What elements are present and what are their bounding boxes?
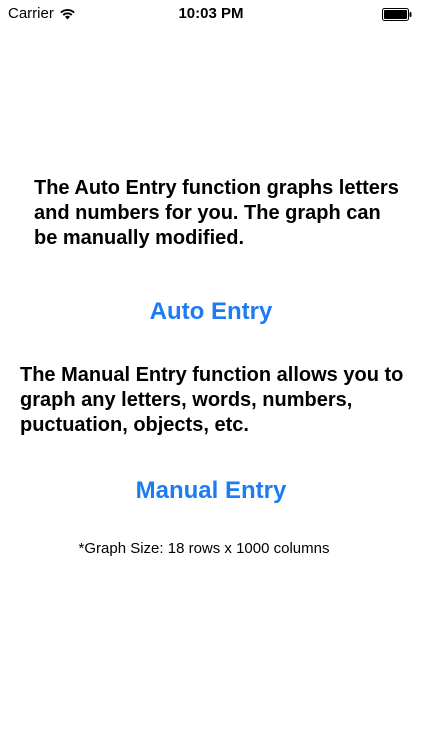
status-time: 10:03 PM bbox=[178, 5, 244, 22]
manual-entry-button[interactable]: Manual Entry bbox=[0, 475, 422, 507]
auto-entry-button[interactable]: Auto Entry bbox=[0, 296, 422, 328]
manual-entry-description: The Manual Entry function allows you to … bbox=[20, 364, 404, 436]
battery-icon bbox=[382, 8, 412, 21]
auto-entry-description: The Auto Entry function graphs letters a… bbox=[34, 177, 399, 249]
graph-size-note: *Graph Size: 18 rows x 1000 columns bbox=[78, 540, 330, 557]
screen: Carrier 10:03 PM The Auto Entry function… bbox=[0, 0, 422, 750]
status-bar: Carrier 10:03 PM bbox=[0, 0, 422, 30]
